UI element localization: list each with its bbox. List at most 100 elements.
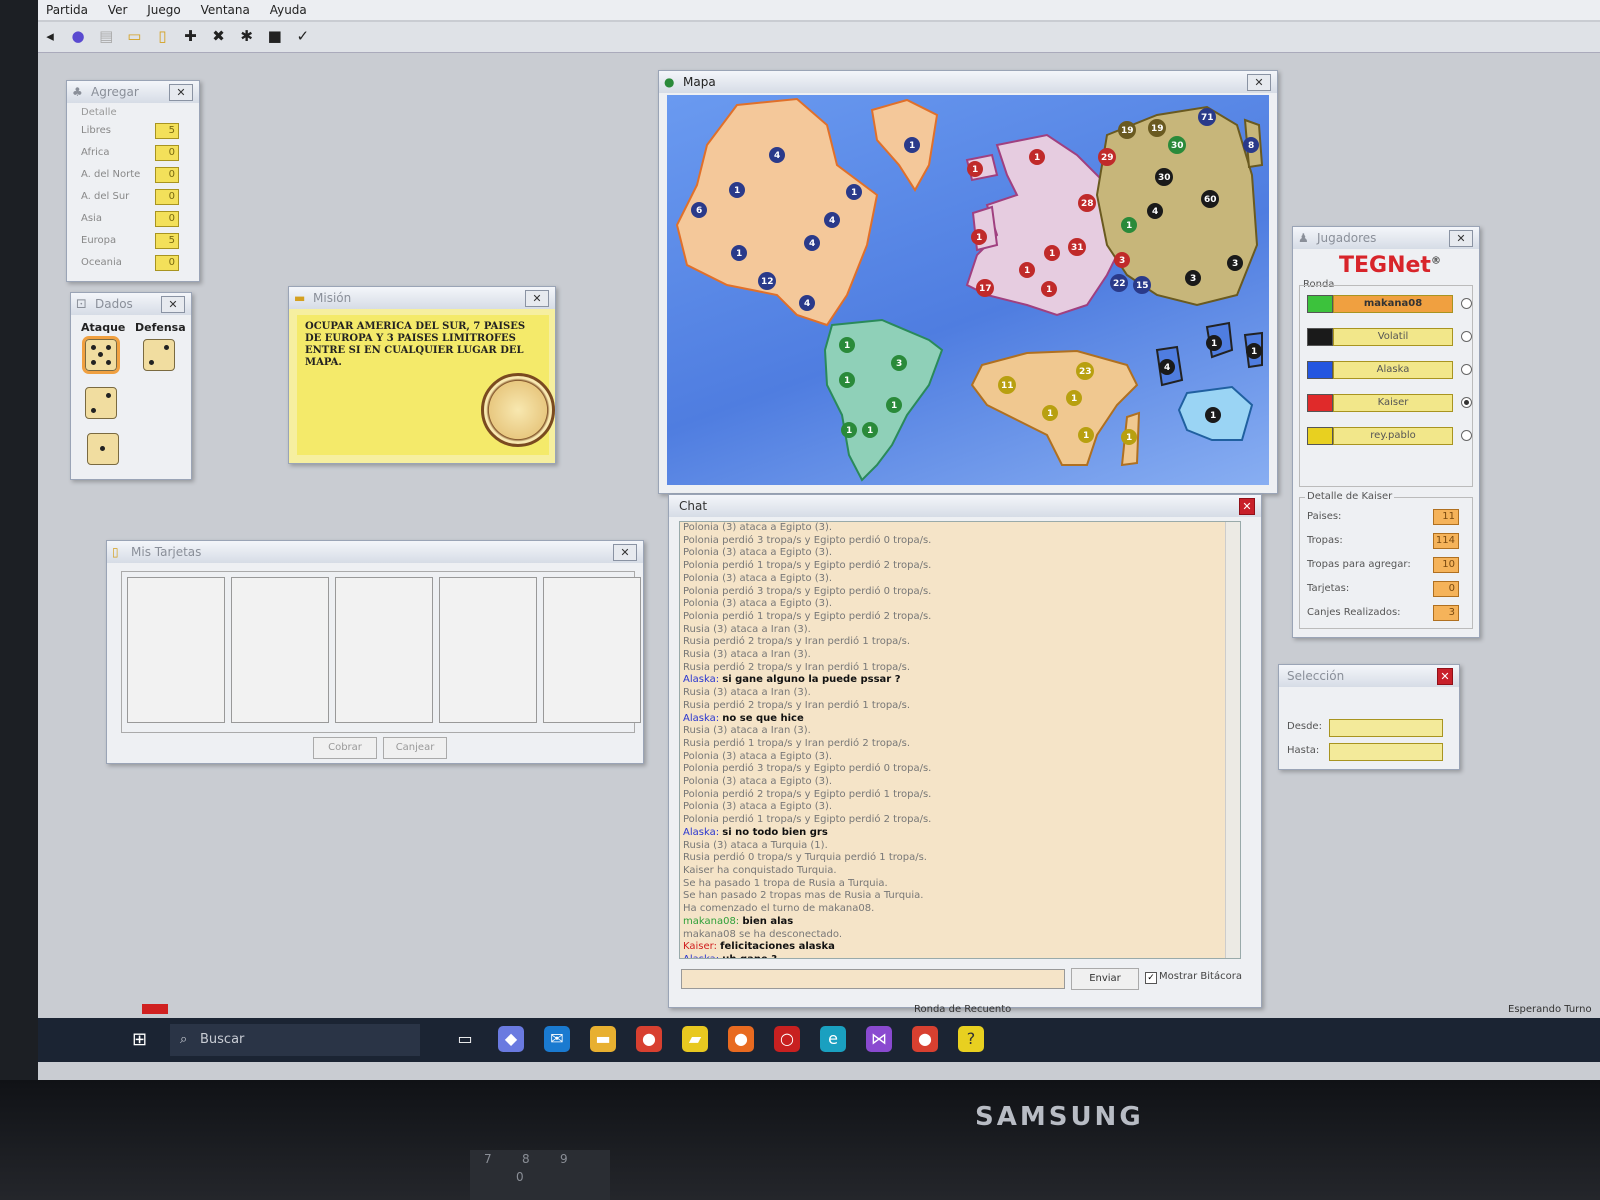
task-view-icon[interactable]: ▭ bbox=[452, 1026, 478, 1052]
outlook-icon[interactable]: ✉ bbox=[544, 1026, 570, 1052]
chat-line: Alaska: si no todo bien grs bbox=[680, 827, 1240, 840]
chat-line: Rusia (3) ataca a Iran (3). bbox=[683, 725, 811, 737]
plus-icon[interactable]: ✚ bbox=[180, 26, 200, 46]
seleccion-window: Selección ✕ Desde: Hasta: bbox=[1278, 664, 1460, 770]
menu-juego[interactable]: Juego bbox=[147, 0, 181, 20]
player-radio[interactable] bbox=[1461, 397, 1472, 408]
canjear-button[interactable]: Canjear bbox=[383, 737, 447, 759]
chat-titlebar[interactable]: Chat ✕ bbox=[669, 495, 1261, 517]
sticky-notes-icon[interactable]: ▰ bbox=[682, 1026, 708, 1052]
windows-start-icon[interactable]: ⊞ bbox=[132, 1030, 152, 1050]
card-icon[interactable]: ▯ bbox=[152, 26, 172, 46]
chat-author: Alaska: bbox=[683, 674, 720, 686]
check-icon[interactable]: ✓ bbox=[293, 26, 313, 46]
svg-text:1: 1 bbox=[867, 426, 873, 436]
row-label: A. del Norte bbox=[81, 169, 141, 180]
mapa-titlebar[interactable]: ● Mapa ✕ bbox=[659, 71, 1277, 93]
close-icon[interactable]: ✕ bbox=[525, 290, 549, 307]
teg-app-icon[interactable]: ? bbox=[958, 1026, 984, 1052]
mapa-window: ● Mapa ✕ 4 1 6 1 12 4 4 4 1 1 1 3 1 1 1 … bbox=[658, 70, 1278, 494]
hasta-field[interactable] bbox=[1329, 743, 1443, 761]
close-icon[interactable]: ✕ bbox=[161, 296, 185, 313]
row-label: Europa bbox=[81, 235, 117, 246]
player-radio[interactable] bbox=[1461, 430, 1472, 441]
chat-author: Kaiser: bbox=[683, 941, 717, 953]
desde-field[interactable] bbox=[1329, 719, 1443, 737]
chrome-profile-icon[interactable]: ● bbox=[912, 1026, 938, 1052]
cobrar-button[interactable]: Cobrar bbox=[313, 737, 377, 759]
dados-titlebar[interactable]: ⚀ Dados ✕ bbox=[71, 293, 191, 315]
player-radio[interactable] bbox=[1461, 298, 1472, 309]
seleccion-titlebar[interactable]: Selección ✕ bbox=[1279, 665, 1459, 687]
player-name: Alaska bbox=[1333, 361, 1453, 379]
menu-partida[interactable]: Partida bbox=[46, 0, 88, 20]
agregar-titlebar[interactable]: ♣ Agregar ✕ bbox=[67, 81, 199, 103]
card-slot[interactable] bbox=[335, 577, 433, 723]
agregar-icon: ♣ bbox=[72, 85, 83, 99]
visual-studio-icon[interactable]: ⋈ bbox=[866, 1026, 892, 1052]
key-7: 7 bbox=[484, 1152, 492, 1166]
edge-icon[interactable]: e bbox=[820, 1026, 846, 1052]
menu-ver[interactable]: Ver bbox=[108, 0, 128, 20]
stop-icon[interactable]: ■ bbox=[265, 26, 285, 46]
keypad: 7 8 9 0 bbox=[470, 1150, 610, 1200]
svg-text:23: 23 bbox=[1079, 367, 1092, 377]
registered-mark: ® bbox=[1430, 255, 1441, 267]
agregar-value: 0 bbox=[155, 145, 179, 161]
svg-text:60: 60 bbox=[1204, 195, 1217, 205]
row-label: Oceania bbox=[81, 257, 122, 268]
enviar-button[interactable]: Enviar bbox=[1071, 968, 1139, 990]
player-row[interactable]: Volatil bbox=[1307, 328, 1472, 346]
chat-line: Polonia (3) ataca a Egipto (3). bbox=[683, 598, 833, 610]
player-row[interactable]: makana08 bbox=[1307, 295, 1472, 313]
svg-text:4: 4 bbox=[829, 216, 835, 226]
copilot-icon[interactable]: ◆ bbox=[498, 1026, 524, 1052]
player-row[interactable]: Kaiser bbox=[1307, 394, 1472, 412]
opera-icon[interactable]: ○ bbox=[774, 1026, 800, 1052]
player-color-swatch bbox=[1307, 295, 1333, 313]
agregar-row: A. del Sur bbox=[81, 191, 129, 202]
card-slot[interactable] bbox=[231, 577, 329, 723]
svg-text:19: 19 bbox=[1151, 124, 1164, 134]
menu-ayuda[interactable]: Ayuda bbox=[270, 0, 307, 20]
chat-log[interactable]: Polonia (3) ataca a Egipto (3). Polonia p… bbox=[679, 521, 1241, 959]
mostrar-bitacora-checkbox[interactable]: ✓ bbox=[1145, 972, 1157, 984]
globe-icon[interactable]: ● bbox=[68, 26, 88, 46]
taskbar-search[interactable]: ⌕ Buscar bbox=[170, 1024, 420, 1056]
tarjetas-titlebar[interactable]: ▯ Mis Tarjetas ✕ bbox=[107, 541, 643, 563]
chat-message: si no todo bien grs bbox=[722, 826, 828, 838]
chat-author: makana08: bbox=[683, 915, 740, 927]
agregar-group-label: Detalle bbox=[81, 107, 117, 118]
back-icon[interactable]: ◂ bbox=[40, 26, 60, 46]
svg-text:1: 1 bbox=[844, 376, 850, 386]
close-icon[interactable]: ✕ bbox=[1247, 74, 1271, 91]
mision-titlebar[interactable]: ▬ Misión ✕ bbox=[289, 287, 555, 309]
gear-icon[interactable]: ✱ bbox=[237, 26, 257, 46]
player-row[interactable]: Alaska bbox=[1307, 361, 1472, 379]
desde-label: Desde: bbox=[1287, 721, 1322, 732]
player-radio[interactable] bbox=[1461, 331, 1472, 342]
close-icon[interactable]: ✕ bbox=[1239, 498, 1255, 515]
cross-icon[interactable]: ✖ bbox=[209, 26, 229, 46]
chrome-icon[interactable]: ● bbox=[636, 1026, 662, 1052]
close-icon[interactable]: ✕ bbox=[613, 544, 637, 561]
chat-line: Polonia (3) ataca a Egipto (3). bbox=[683, 750, 833, 762]
close-icon[interactable]: ✕ bbox=[169, 84, 193, 101]
folder-icon[interactable]: ▭ bbox=[124, 26, 144, 46]
close-icon[interactable]: ✕ bbox=[1437, 668, 1453, 685]
file-explorer-icon[interactable]: ▬ bbox=[590, 1026, 616, 1052]
monitor-bezel bbox=[0, 1080, 1600, 1200]
firefox-icon[interactable]: ● bbox=[728, 1026, 754, 1052]
chat-input[interactable] bbox=[681, 969, 1065, 989]
player-row[interactable]: rey.pablo bbox=[1307, 427, 1472, 445]
chat-scrollbar[interactable] bbox=[1225, 522, 1240, 958]
card-slot[interactable] bbox=[439, 577, 537, 723]
card-slot[interactable] bbox=[543, 577, 641, 723]
player-radio[interactable] bbox=[1461, 364, 1472, 375]
list-icon[interactable]: ▤ bbox=[96, 26, 116, 46]
menu-ventana[interactable]: Ventana bbox=[201, 0, 250, 20]
card-slot[interactable] bbox=[127, 577, 225, 723]
jugadores-titlebar[interactable]: ♟ Jugadores ✕ bbox=[1293, 227, 1479, 249]
close-icon[interactable]: ✕ bbox=[1449, 230, 1473, 247]
world-map[interactable]: 4 1 6 1 12 4 4 4 1 1 1 3 1 1 1 1 1 1 1 2… bbox=[667, 95, 1269, 485]
